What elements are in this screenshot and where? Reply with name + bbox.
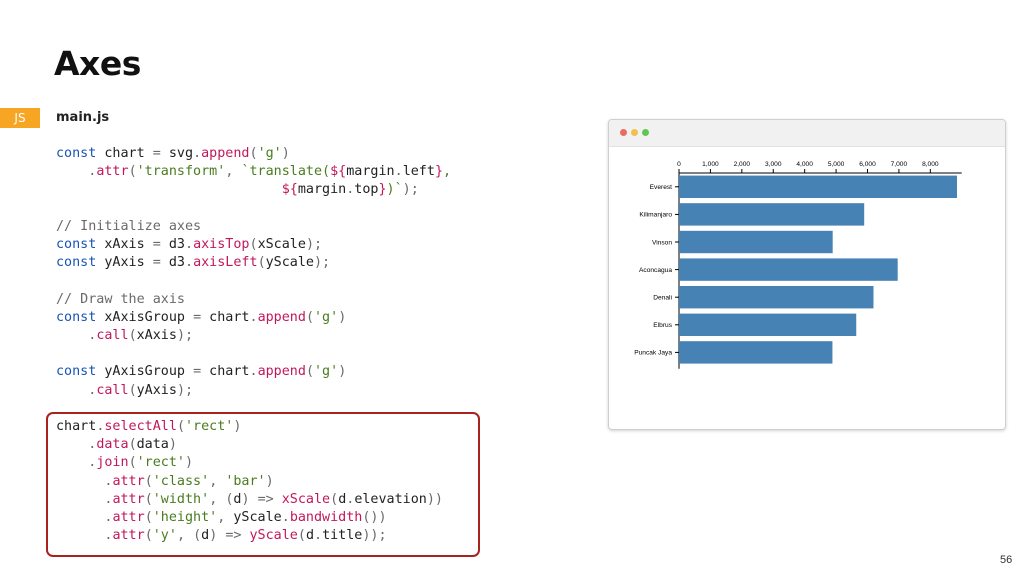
code-file-name: main.js xyxy=(56,110,110,125)
slide-title: Axes xyxy=(54,44,141,83)
x-tick-label: 4,000 xyxy=(796,161,813,168)
y-tick-label: Kilimanjaro xyxy=(639,212,672,219)
browser-title-bar xyxy=(609,120,1005,147)
bar xyxy=(679,203,865,226)
close-dot-icon[interactable] xyxy=(620,129,627,136)
bar xyxy=(679,341,833,364)
y-tick-label: Puncak Jaya xyxy=(634,350,672,357)
y-tick-label: Denali xyxy=(653,295,672,302)
browser-window: 0 1,000 2,000 3,000 4,000 5,000 6,000 7,000 8,00… xyxy=(608,119,1006,430)
bar xyxy=(679,258,898,281)
x-tick-label: 2,000 xyxy=(734,161,751,168)
x-tick-label: 0 xyxy=(677,161,681,168)
language-badge: JS xyxy=(0,108,40,128)
minimize-dot-icon[interactable] xyxy=(631,129,638,136)
bar xyxy=(679,230,833,254)
x-tick-label: 7,000 xyxy=(891,161,908,168)
x-tick-label: 6,000 xyxy=(859,161,876,168)
bar xyxy=(679,313,857,336)
x-tick-label: 8,000 xyxy=(922,161,939,168)
bar xyxy=(679,286,874,309)
y-tick-label: Elbrus xyxy=(653,322,672,329)
y-tick-label: Vinson xyxy=(652,239,672,246)
x-tick-label: 3,000 xyxy=(765,161,782,168)
y-tick-label: Aconcagua xyxy=(639,267,672,274)
x-tick-label: 1,000 xyxy=(702,161,719,168)
y-tick-label: Everest xyxy=(650,184,673,191)
maximize-dot-icon[interactable] xyxy=(642,129,649,136)
bar-chart: 0 1,000 2,000 3,000 4,000 5,000 6,000 7,000 8,00… xyxy=(634,161,962,369)
slide-number: 56 xyxy=(1000,554,1013,566)
bar xyxy=(679,175,957,198)
code-highlight-box xyxy=(46,412,480,557)
x-tick-label: 5,000 xyxy=(828,161,845,168)
